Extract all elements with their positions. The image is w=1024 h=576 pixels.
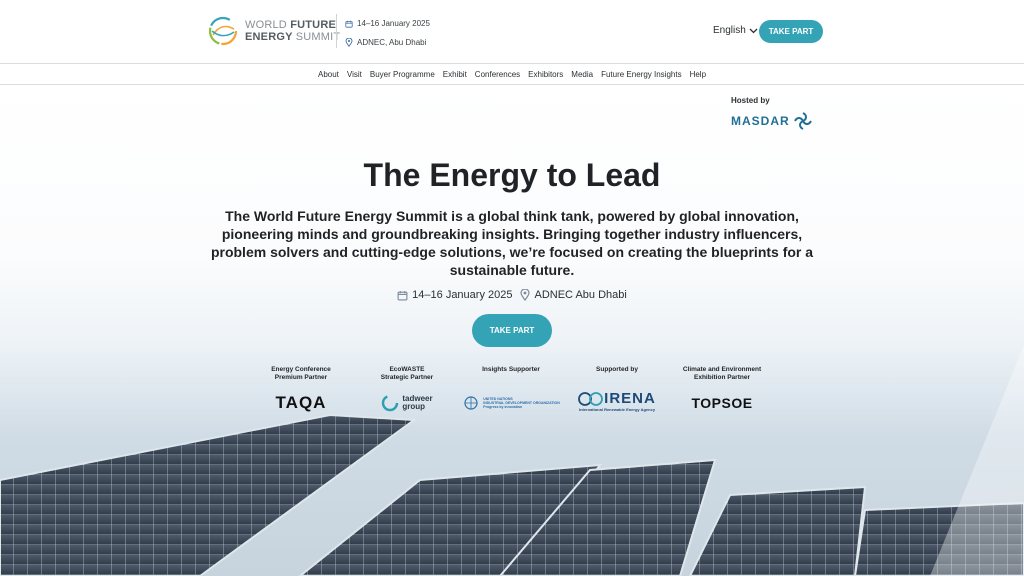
language-label: English — [713, 25, 746, 36]
masdar-swirl-icon — [793, 112, 812, 130]
nav-item-buyer-programme[interactable]: Buyer Programme — [370, 70, 435, 79]
calendar-icon — [345, 20, 353, 28]
partner-title-line1: Energy Conference — [271, 366, 331, 373]
partner-unido[interactable]: Insights Supporter UNITED NATIONS INDUSTR… — [456, 366, 566, 415]
header-venue: ADNEC, Abu Dhabi — [357, 38, 427, 47]
partner-title-line2: Strategic Partner — [380, 374, 434, 381]
hero-intro: The World Future Energy Summit is a glob… — [210, 208, 814, 278]
header-date: 14–16 January 2025 — [357, 19, 430, 28]
nav-item-exhibitors[interactable]: Exhibitors — [528, 70, 563, 79]
partner-title-line2: Premium Partner — [274, 374, 328, 381]
header-take-part-button[interactable]: TAKE PART — [759, 20, 823, 43]
tadweer-swirl-icon — [382, 394, 399, 412]
hero-section: Hosted by MASDAR The Energy to Lead The … — [0, 85, 1024, 576]
nav-item-future-energy-insights[interactable]: Future Energy Insights — [601, 70, 681, 79]
topsoe-logo: TOPSOE — [667, 391, 777, 415]
site-header: WORLD FUTURE ENERGY SUMMIT 14–16 January… — [0, 0, 1024, 64]
unido-tagline: Progress by innovation — [483, 405, 523, 409]
partner-title-line1: Climate and Environment — [682, 366, 762, 373]
irena-wordmark: IRENA — [604, 390, 656, 407]
irena-subtitle: International Renewable Energy Agency — [578, 407, 656, 412]
hero-venue: ADNEC Abu Dhabi — [534, 289, 627, 301]
hosted-by-label: Hosted by — [731, 96, 770, 105]
nav-item-conferences[interactable]: Conferences — [475, 70, 520, 79]
calendar-icon — [397, 290, 408, 300]
partner-title-line1: Insights Supporter — [482, 366, 540, 373]
un-emblem-icon — [464, 396, 478, 410]
location-pin-icon — [520, 289, 531, 301]
chevron-down-icon — [749, 28, 758, 33]
hero-title: The Energy to Lead — [363, 157, 661, 193]
header-event-meta: 14–16 January 2025 ADNEC, Abu Dhabi — [345, 17, 430, 55]
partner-tadweer[interactable]: EcoWASTE Strategic Partner tadweer group — [352, 366, 462, 415]
irena-emblem-icon — [578, 392, 604, 406]
nav-item-help[interactable]: Help — [690, 70, 706, 79]
wfes-logo[interactable]: WORLD FUTURE ENERGY SUMMIT — [207, 15, 340, 47]
header-divider — [336, 14, 337, 48]
nav-item-visit[interactable]: Visit — [347, 70, 362, 79]
partner-title-line2: Exhibition Partner — [694, 374, 750, 381]
partner-topsoe[interactable]: Climate and Environment Exhibition Partn… — [667, 366, 777, 415]
wfes-logo-text: WORLD FUTURE ENERGY SUMMIT — [245, 19, 341, 43]
language-selector[interactable]: English — [713, 25, 758, 36]
partner-irena[interactable]: Supported by IRENA International Renewab… — [562, 366, 672, 415]
partner-title-line1: EcoWASTE — [389, 366, 425, 373]
hero-event-meta: 14–16 January 2025 ADNEC Abu Dhabi — [0, 289, 1024, 301]
unido-logo: UNITED NATIONS INDUSTRIAL DEVELOPMENT ORG… — [456, 391, 566, 415]
location-pin-icon — [345, 38, 353, 47]
masdar-wordmark: MASDAR — [731, 114, 790, 128]
hero-date: 14–16 January 2025 — [412, 289, 513, 301]
irena-logo: IRENA International Renewable Energy Age… — [562, 391, 672, 415]
tadweer-logo: tadweer group — [352, 391, 462, 415]
nav-item-media[interactable]: Media — [571, 70, 593, 79]
main-nav: About Visit Buyer Programme Exhibit Conf… — [0, 64, 1024, 85]
wfes-logo-icon — [208, 16, 238, 46]
taqa-wordmark: TAQA — [275, 393, 327, 412]
topsoe-wordmark: TOPSOE — [691, 395, 753, 411]
hero-take-part-button[interactable]: TAKE PART — [472, 314, 552, 347]
tadweer-wordmark-2: group — [402, 402, 426, 411]
nav-item-exhibit[interactable]: Exhibit — [443, 70, 467, 79]
partner-title-line1: Supported by — [596, 366, 638, 373]
taqa-logo: TAQA — [246, 391, 356, 415]
partner-taqa[interactable]: Energy Conference Premium Partner TAQA — [246, 366, 356, 415]
masdar-logo[interactable]: MASDAR — [731, 111, 813, 131]
nav-item-about[interactable]: About — [318, 70, 339, 79]
